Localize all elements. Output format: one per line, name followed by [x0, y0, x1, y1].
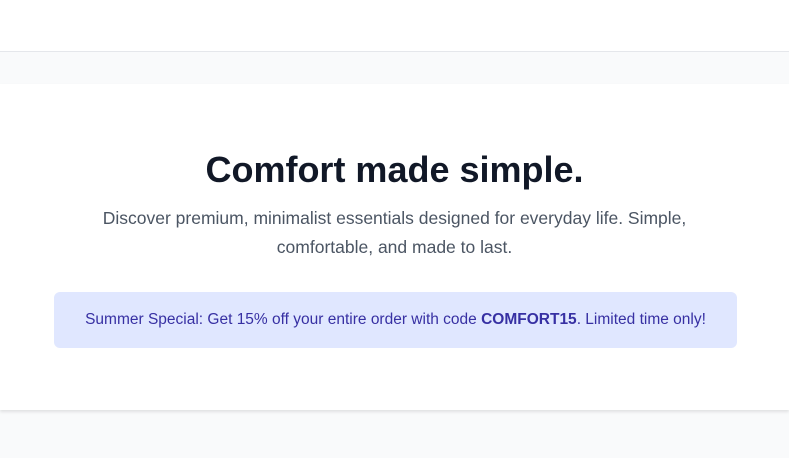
hero-section: Comfort made simple. Discover premium, m…	[0, 84, 789, 410]
promo-text-suffix: . Limited time only!	[576, 311, 706, 328]
promo-banner: Summer Special: Get 15% off your entire …	[54, 292, 737, 348]
promo-text-prefix: Summer Special: Get 15% off your entire …	[85, 311, 482, 328]
hero-subtitle: Discover premium, minimalist essentials …	[102, 208, 687, 257]
hero-title: Comfort made simple.	[205, 149, 584, 190]
promo-code: COMFORT15	[481, 311, 577, 328]
top-navigation-bar	[0, 0, 789, 52]
